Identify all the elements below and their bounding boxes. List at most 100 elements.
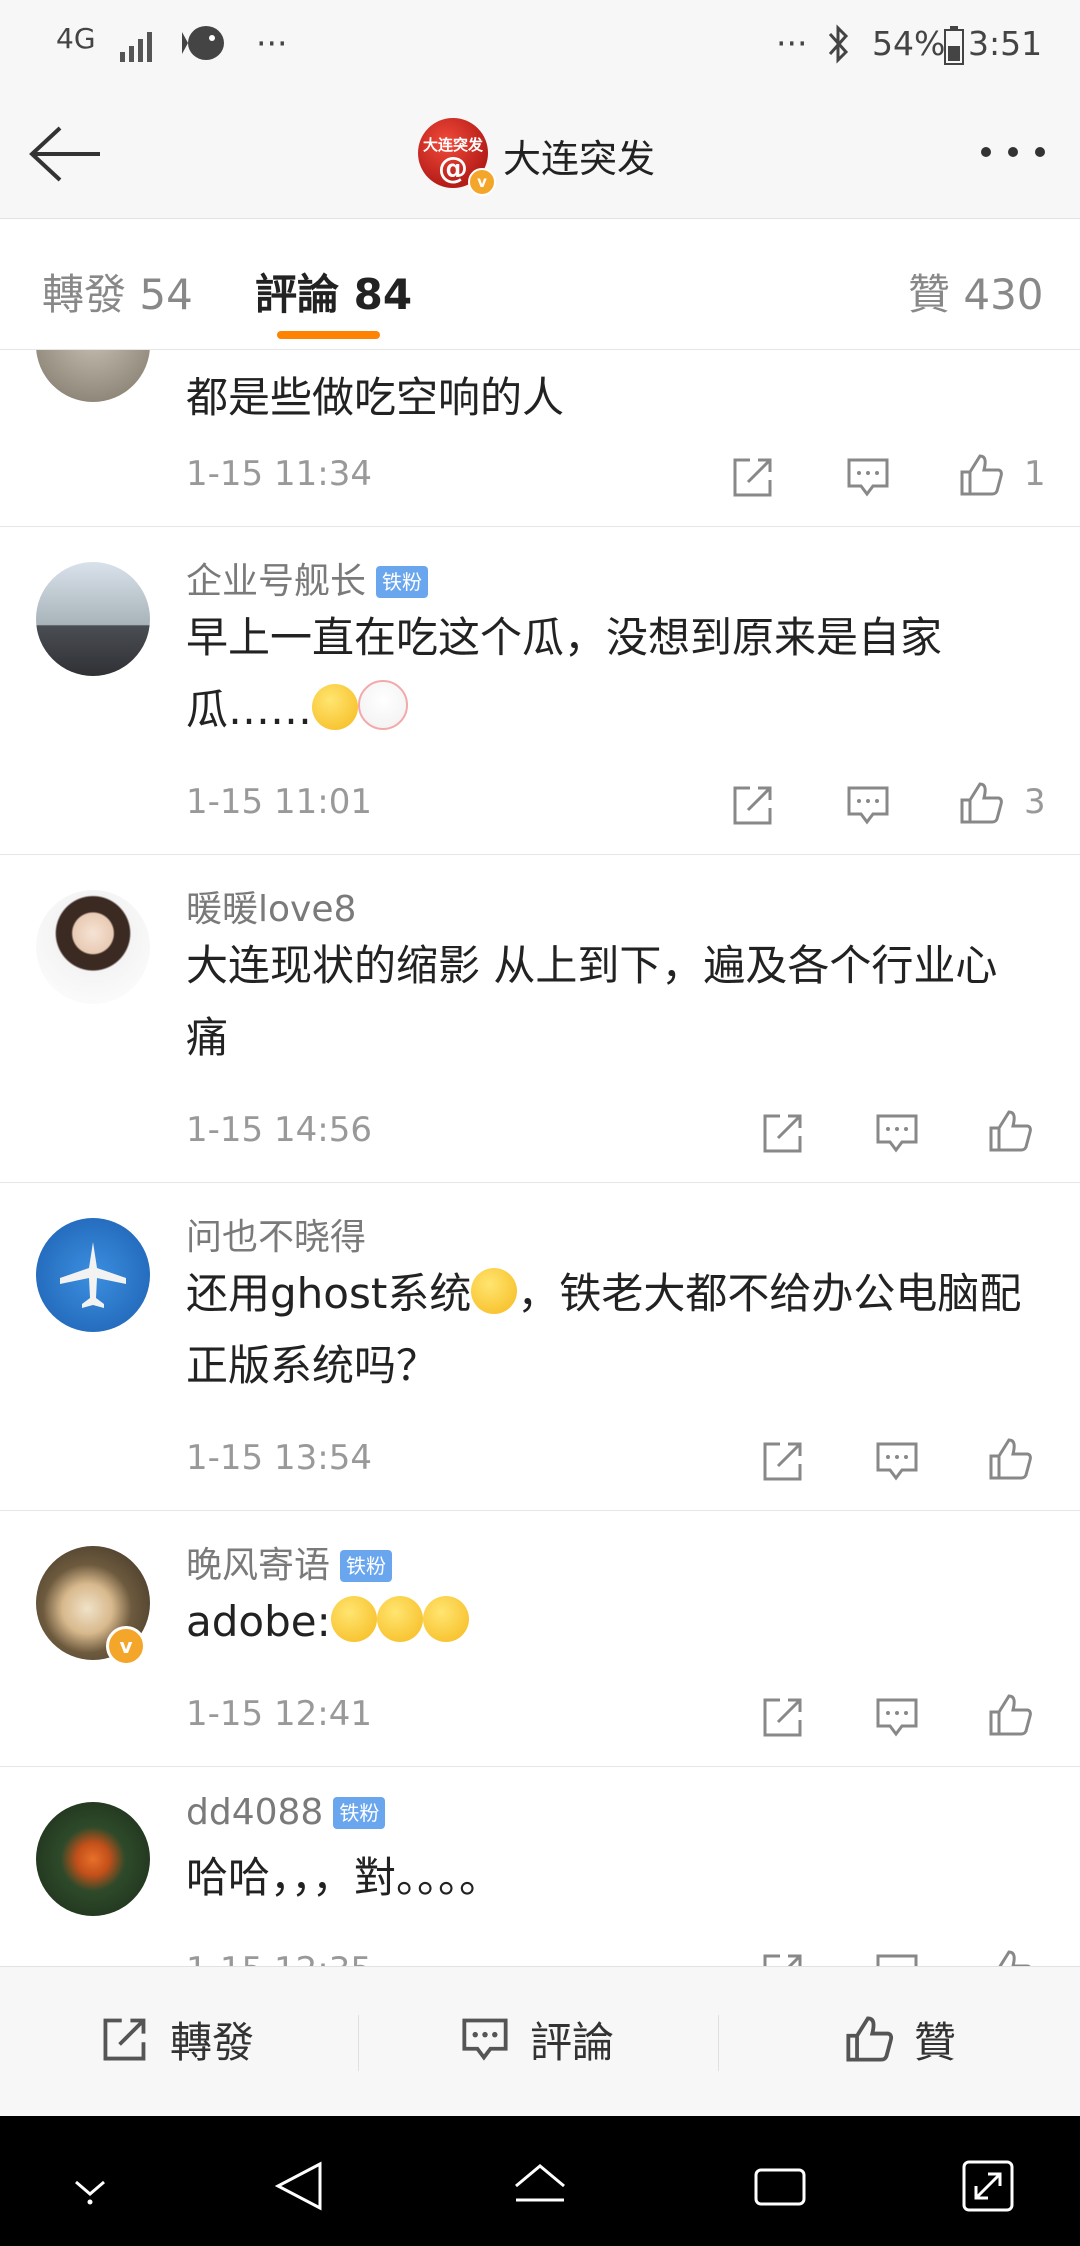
like-icon <box>846 2016 894 2062</box>
tab-repost[interactable]: 轉發 54 <box>42 261 193 322</box>
shush-emoji <box>312 684 359 730</box>
reply-icon[interactable] <box>845 782 891 828</box>
verified-badge: v <box>106 1626 146 1666</box>
comment-text: 都是些做吃空响的人 <box>186 373 565 422</box>
like-icon[interactable] <box>987 1436 1033 1482</box>
comment-time: 1-15 12:35 <box>186 1950 372 1966</box>
username[interactable]: 企业号舰长 铁粉 <box>186 552 429 604</box>
page-title[interactable]: 大连突发 <box>503 128 655 183</box>
like-label: 贊 <box>914 2017 957 2067</box>
laugh-cry-emoji <box>471 1268 518 1314</box>
fan-badge: 铁粉 <box>333 1797 386 1829</box>
airplane-icon <box>60 1242 126 1308</box>
bottom-action-bar: 轉發 評論 贊 <box>0 1966 1080 2117</box>
divider <box>718 2015 719 2071</box>
clock: 3:51 <box>968 24 1043 63</box>
like-icon[interactable] <box>987 1108 1033 1154</box>
repost-icon[interactable] <box>760 1438 806 1484</box>
divider <box>358 2015 359 2071</box>
repost-icon[interactable] <box>760 1694 806 1740</box>
avatar-at-symbol: @ <box>438 151 468 186</box>
comment-item: 企业号舰长 铁粉 早上一直在吃这个瓜，没想到原来是自家瓜…… 1-15 11:01… <box>0 526 1080 855</box>
like-button[interactable]: 贊 <box>844 2009 956 2069</box>
comment-time: 1-15 11:01 <box>186 782 372 822</box>
tab-comment[interactable]: 評論 84 <box>255 261 412 322</box>
comment-label: 評論 <box>530 2017 615 2067</box>
network-type: 4G <box>56 22 96 55</box>
repost-label: 轉發 <box>170 2017 255 2067</box>
back-arrow-icon[interactable] <box>28 124 104 184</box>
verified-badge: v <box>468 168 496 196</box>
like-icon[interactable] <box>958 780 1004 826</box>
home-nav-icon[interactable] <box>510 2156 570 2216</box>
reply-icon[interactable] <box>874 1110 920 1156</box>
username-text: 企业号舰长 <box>186 561 367 602</box>
comment-text-part: 还用ghost系统 <box>186 1269 472 1318</box>
recents-nav-icon[interactable] <box>750 2156 810 2216</box>
more-options-icon[interactable] <box>978 142 1048 162</box>
username-text: dd4088 <box>186 1792 324 1833</box>
tab-bar: 轉發 54 評論 84 贊 430 <box>0 219 1080 350</box>
like-icon[interactable] <box>987 1948 1033 1966</box>
comment-text: 大连现状的缩影 从上到下，遍及各个行业心痛 <box>186 941 998 1062</box>
comment-item: v 晚风寄语 铁粉 adobe: 1-15 12:41 <box>0 1510 1080 1767</box>
relieved-emoji <box>376 1596 423 1642</box>
expand-screen-icon[interactable] <box>958 2156 1018 2216</box>
reply-icon[interactable] <box>874 1694 920 1740</box>
comment-item: dd4088 铁粉 哈哈，，，對。。。。 1-15 12:35 <box>0 1766 1080 1966</box>
comment-time: 1-15 11:34 <box>186 454 372 494</box>
comment-text: 早上一直在吃这个瓜，没想到原来是自家瓜…… <box>186 602 1006 746</box>
tab-like[interactable]: 贊 430 <box>908 261 1044 322</box>
comment-list[interactable]: 都是些做吃空响的人 1-15 11:34 1 企业号舰长 铁粉 早上一直在吃这个瓜… <box>0 350 1080 1966</box>
comment-button[interactable]: 評論 <box>460 2009 614 2069</box>
comment-item: 都是些做吃空响的人 1-15 11:34 1 <box>0 350 1080 527</box>
comment-text-body: 早上一直在吃这个瓜，没想到原来是自家瓜…… <box>186 613 943 734</box>
like-count: 1 <box>1024 454 1046 494</box>
user-avatar[interactable] <box>36 1802 150 1916</box>
user-avatar[interactable] <box>36 1218 150 1332</box>
comment-icon <box>462 2018 508 2061</box>
back-nav-icon[interactable] <box>270 2156 330 2216</box>
comment-time: 1-15 13:54 <box>186 1438 372 1478</box>
status-overflow-right: ··· <box>776 24 808 63</box>
clown-emoji <box>358 680 409 730</box>
bluetooth-icon <box>828 24 849 64</box>
username[interactable]: 问也不晓得 <box>186 1208 366 1260</box>
system-nav-bar <box>0 2116 1080 2246</box>
hide-keyboard-icon[interactable] <box>60 2156 120 2216</box>
comment-time: 1-15 14:56 <box>186 1110 372 1150</box>
status-overflow: ··· <box>256 24 288 63</box>
active-tab-indicator <box>277 331 380 339</box>
reply-icon[interactable] <box>874 1950 920 1966</box>
repost-icon <box>103 2018 146 2061</box>
reply-icon[interactable] <box>845 454 891 500</box>
signal-icon <box>120 32 152 62</box>
user-avatar[interactable] <box>36 562 150 676</box>
battery-icon <box>944 26 964 65</box>
repost-icon[interactable] <box>730 454 776 500</box>
repost-icon[interactable] <box>730 782 776 828</box>
repost-button[interactable]: 轉發 <box>100 2009 254 2069</box>
title-bar: 大连突发 @ v 大连突发 <box>0 90 1080 219</box>
username[interactable]: 暖暖love8 <box>186 880 356 932</box>
like-icon[interactable] <box>958 452 1004 498</box>
comment-text: 哈哈，，，對。。。。 <box>186 1853 502 1902</box>
user-avatar[interactable] <box>36 350 150 402</box>
fan-badge: 铁粉 <box>376 566 429 598</box>
relieved-emoji <box>422 1596 469 1642</box>
comment-text-body: adobe: <box>186 1597 331 1646</box>
repost-icon[interactable] <box>760 1110 806 1156</box>
comment-text: adobe: <box>186 1586 1046 1658</box>
comment-text: 还用ghost系统 ，铁老大都不给办公电脑配正版系统吗？ <box>186 1258 1036 1402</box>
repost-icon[interactable] <box>760 1950 806 1966</box>
like-icon[interactable] <box>987 1692 1033 1738</box>
battery-percent: 54% <box>872 24 946 63</box>
user-avatar[interactable] <box>36 890 150 1004</box>
relieved-emoji <box>330 1596 377 1642</box>
username[interactable]: dd4088 铁粉 <box>186 1792 386 1833</box>
username-text: 晚风寄语 <box>186 1545 331 1586</box>
comment-time: 1-15 12:41 <box>186 1694 372 1734</box>
reply-icon[interactable] <box>874 1438 920 1484</box>
comment-item: 问也不晓得 还用ghost系统 ，铁老大都不给办公电脑配正版系统吗？ 1-15 1… <box>0 1182 1080 1511</box>
username[interactable]: 晚风寄语 铁粉 <box>186 1536 393 1588</box>
